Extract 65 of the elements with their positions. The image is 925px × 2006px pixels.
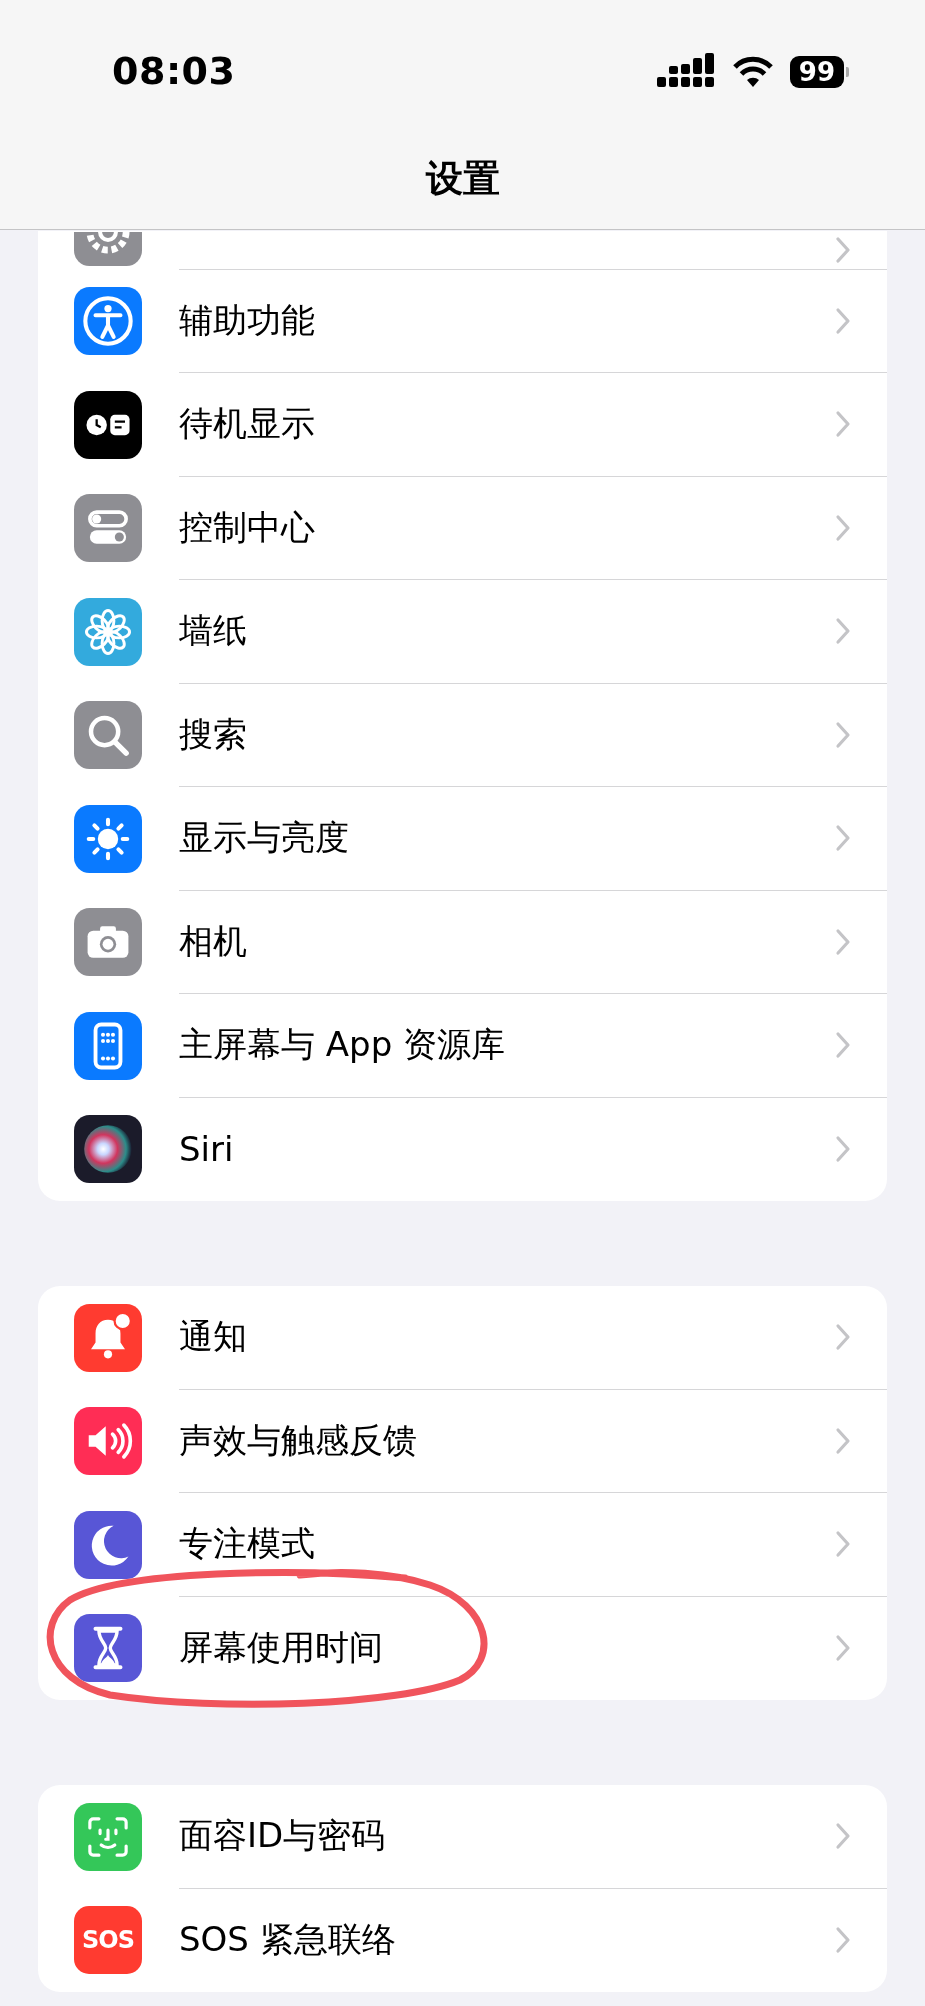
settings-row[interactable]: 墙纸: [38, 580, 887, 684]
settings-row[interactable]: 声效与触感反馈: [38, 1389, 887, 1493]
settings-row[interactable]: 通知: [38, 1286, 887, 1390]
chevron-icon: [835, 513, 851, 542]
orb-icon: [74, 1115, 142, 1184]
row-label: 搜索: [179, 712, 248, 756]
row-label: 辅助功能: [179, 298, 316, 342]
settings-row[interactable]: Siri: [38, 1097, 887, 1201]
standby-icon: [74, 390, 142, 459]
row-label: 墙纸: [179, 609, 248, 653]
settings-row[interactable]: 面容ID与密码: [38, 1785, 887, 1889]
chevron-icon: [835, 1634, 851, 1663]
sos-icon: SOS: [74, 1906, 142, 1975]
row-label: 显示与亮度: [179, 816, 350, 860]
row-label: 主屏幕与 App 资源库: [179, 1023, 507, 1067]
row-label: 面容ID与密码: [179, 1814, 387, 1858]
settings-row[interactable]: 显示与亮度: [38, 787, 887, 891]
chevron-icon: [835, 235, 851, 264]
row-label: 待机显示: [179, 402, 316, 446]
status-time: 08:03: [112, 49, 236, 93]
row-label: 通知: [179, 1315, 248, 1359]
chevron-icon: [835, 1530, 851, 1559]
sun-icon: [74, 804, 142, 873]
wifi-icon: [731, 56, 774, 88]
accessibility-icon: [74, 287, 142, 356]
chevron-icon: [835, 824, 851, 853]
hourglass-icon: [74, 1614, 142, 1683]
camera-icon: [74, 908, 142, 977]
controls-icon: [74, 494, 142, 563]
settings-row[interactable]: 控制中心: [38, 476, 887, 580]
phone-icon: [74, 1011, 142, 1080]
row-label: 相机: [179, 919, 248, 963]
row-label: 专注模式: [179, 1522, 316, 1566]
row-label: 声效与触感反馈: [179, 1418, 418, 1462]
settings-row[interactable]: 待机显示: [38, 373, 887, 477]
settings-row[interactable]: 屏幕使用时间: [38, 1596, 887, 1700]
bell-icon: [74, 1303, 142, 1372]
chevron-icon: [835, 410, 851, 439]
chevron-icon: [835, 927, 851, 956]
flower-icon: [74, 597, 142, 666]
chevron-icon: [835, 617, 851, 646]
settings-row[interactable]: SOS SOS 紧急联络: [38, 1888, 887, 1992]
chevron-icon: [835, 1822, 851, 1851]
moon-icon: [74, 1510, 142, 1579]
battery-level: 99: [789, 56, 844, 88]
speaker-icon: [74, 1407, 142, 1476]
row-label: Siri: [179, 1129, 235, 1170]
chevron-icon: [835, 1135, 851, 1164]
chevron-icon: [835, 1926, 851, 1955]
settings-row[interactable]: 相机: [38, 890, 887, 994]
settings-row[interactable]: 搜索: [38, 683, 887, 787]
chevron-icon: [835, 720, 851, 749]
chevron-icon: [835, 1031, 851, 1060]
chevron-icon: [835, 1323, 851, 1352]
row-label: 控制中心: [179, 505, 316, 549]
row-label: 屏幕使用时间: [179, 1626, 384, 1670]
settings-row[interactable]: 辅助功能: [38, 269, 887, 373]
settings-row[interactable]: 主屏幕与 App 资源库: [38, 994, 887, 1098]
chevron-icon: [835, 1426, 851, 1455]
row-label: SOS 紧急联络: [179, 1918, 397, 1962]
page-title: 设置: [425, 157, 500, 200]
settings-row[interactable]: 专注模式: [38, 1493, 887, 1597]
face-icon: [74, 1802, 142, 1871]
search-icon: [74, 701, 142, 770]
chevron-icon: [835, 306, 851, 335]
